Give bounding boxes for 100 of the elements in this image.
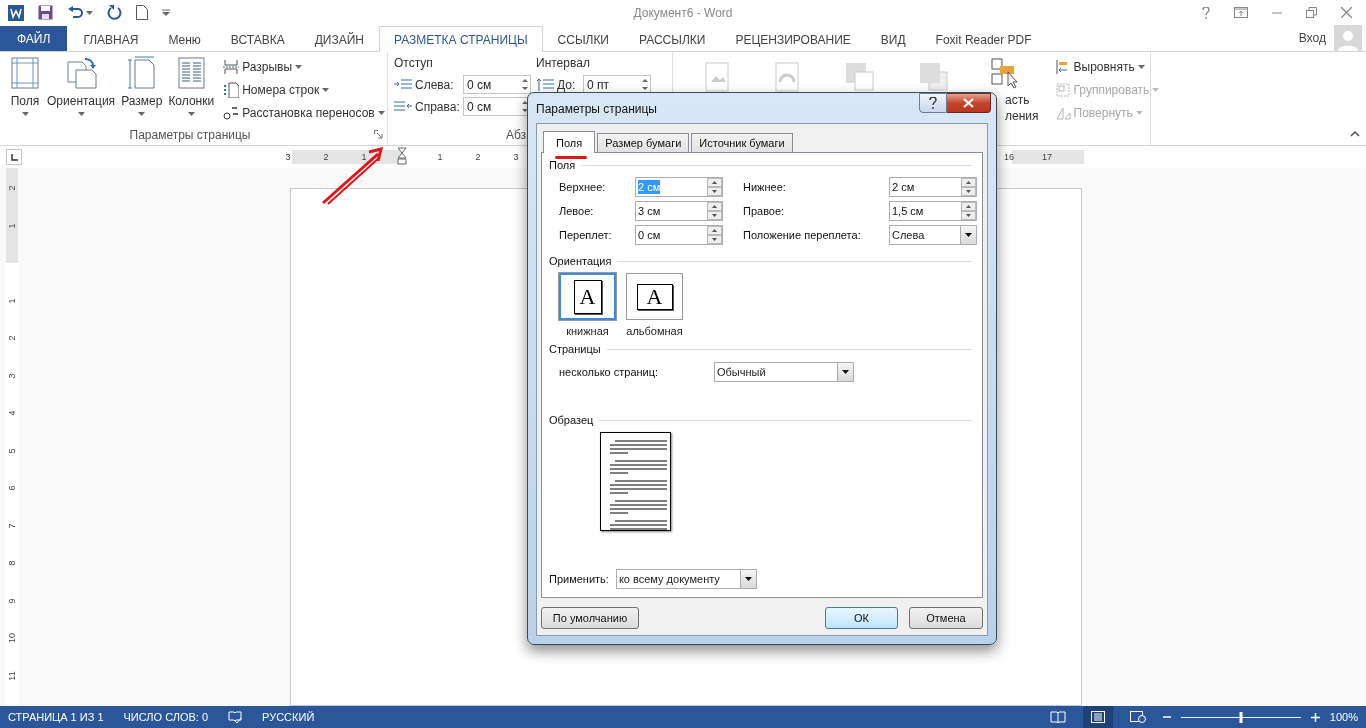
spacing-before-icon <box>536 77 554 92</box>
window-title: Документ6 - Word <box>633 5 733 20</box>
zoom-level[interactable]: 100% <box>1329 711 1358 723</box>
spinner[interactable] <box>520 98 530 115</box>
ribbon-tab[interactable]: РЕЦЕНЗИРОВАНИЕ <box>720 27 866 52</box>
word-count[interactable]: ЧИСЛО СЛОВ: 0 <box>123 711 209 723</box>
annotation-arrow <box>320 146 386 206</box>
dialog-tab[interactable]: Источник бумаги <box>691 133 793 152</box>
ribbon-tab[interactable]: ФАЙЛ <box>0 26 68 51</box>
line-numbers-icon <box>223 81 240 98</box>
dropdown-field[interactable]: Обычный <box>714 362 854 382</box>
ribbon-button[interactable]: Поля <box>6 56 44 116</box>
ribbon-tab[interactable]: Меню <box>153 27 216 52</box>
view-button[interactable] <box>1082 706 1113 728</box>
caret-icon <box>1152 87 1160 92</box>
sign-in-link[interactable]: Вход <box>1298 31 1326 45</box>
dialog-button[interactable]: По умолчанию <box>541 607 639 629</box>
field-label: Левое: <box>559 205 595 217</box>
caret-icon <box>744 577 752 581</box>
caret-icon <box>295 64 303 69</box>
spinner[interactable] <box>640 76 650 93</box>
help-button[interactable] <box>919 93 947 113</box>
ribbon-tab[interactable]: ССЫЛКИ <box>542 27 624 52</box>
input-field[interactable]: 1,5 см <box>889 201 977 221</box>
slider-thumb[interactable] <box>1239 711 1243 723</box>
tab-selector[interactable] <box>6 149 22 165</box>
page-count[interactable]: СТРАНИЦА 1 ИЗ 1 <box>8 711 104 723</box>
dialog-button[interactable]: Отмена <box>909 607 983 629</box>
web-layout-icon <box>1129 711 1146 723</box>
close-button[interactable] <box>947 93 991 113</box>
collapse-ribbon-icon[interactable] <box>1350 131 1360 137</box>
input-field[interactable]: 0 см <box>463 75 531 94</box>
page-icon: A <box>636 283 673 310</box>
indent-marker-icon[interactable] <box>397 147 407 167</box>
ribbon-button[interactable]: Выровнять <box>1052 56 1162 77</box>
close-icon[interactable] <box>1341 7 1352 18</box>
field-label: Справа: <box>415 99 460 114</box>
dialog-tab[interactable]: Поля <box>543 131 596 153</box>
ribbon-button[interactable]: Колонки <box>165 56 218 116</box>
hyphenation-icon <box>223 104 240 121</box>
dropdown-field[interactable]: ко всему документу <box>615 569 757 589</box>
vertical-ruler: 2 1 1 2 3 4 5 6 7 8 9 10 11 <box>6 168 18 706</box>
ribbon-tab[interactable]: ВСТАВКА <box>215 27 300 52</box>
save-icon[interactable] <box>38 5 53 20</box>
redo-icon[interactable] <box>107 5 122 20</box>
spinner[interactable] <box>707 226 722 244</box>
spinner[interactable] <box>961 178 976 196</box>
ribbon-tab[interactable]: РАССЫЛКИ <box>624 27 721 52</box>
bring-forward-icon <box>845 62 875 92</box>
new-document-icon[interactable] <box>136 5 148 20</box>
dropdown-field[interactable]: Слева <box>889 225 977 245</box>
ribbon-tab[interactable]: ГЛАВНАЯ <box>68 27 154 52</box>
button-label: ления <box>1005 108 1039 124</box>
caret-icon <box>1137 64 1145 69</box>
language[interactable]: РУССКИЙ <box>262 711 315 723</box>
undo-icon[interactable] <box>67 5 83 20</box>
caret-icon <box>842 370 849 374</box>
customize-menu-icon[interactable] <box>162 8 170 17</box>
spinner[interactable] <box>707 202 722 220</box>
spinner[interactable] <box>707 178 722 196</box>
restore-icon[interactable] <box>1306 7 1317 18</box>
spinner[interactable] <box>520 76 530 93</box>
section-heading: Поля <box>549 159 576 171</box>
dialog-launcher-icon[interactable] <box>374 130 383 139</box>
section-heading: Ориентация <box>549 255 612 267</box>
field-label: Верхнее: <box>559 181 607 193</box>
ribbon-tab[interactable]: Foxit Reader PDF <box>920 27 1047 52</box>
help-icon[interactable] <box>1202 6 1210 19</box>
ribbon-button[interactable]: Расстановка переносов <box>221 102 387 123</box>
ribbon-button[interactable]: Разрывы <box>221 56 387 77</box>
columns-icon <box>175 56 208 90</box>
zoom-out-icon[interactable] <box>1162 713 1171 721</box>
zoom-in-icon[interactable] <box>1310 712 1320 722</box>
ribbon-tab[interactable]: ВИД <box>865 27 921 52</box>
page-icon: A <box>573 279 602 314</box>
print-layout-icon <box>1090 711 1105 723</box>
caret-icon <box>86 10 93 15</box>
option-label: альбомная <box>626 325 683 337</box>
spinner[interactable] <box>961 202 976 220</box>
group-icon <box>1054 81 1071 98</box>
proofing-icon[interactable] <box>228 710 243 724</box>
read-mode-icon <box>1049 711 1066 723</box>
field-label: Правое: <box>743 205 786 217</box>
input-field[interactable]: 0 см <box>635 225 723 245</box>
ribbon-button[interactable]: Размер <box>118 56 166 116</box>
input-field[interactable]: 2 см <box>889 177 977 197</box>
orientation-option[interactable]: A <box>559 273 616 320</box>
ribbon-button[interactable]: Номера строк <box>221 79 387 100</box>
ribbon-tab[interactable]: ДИЗАЙН <box>299 27 379 52</box>
dialog-tab[interactable]: Размер бумаги <box>597 133 690 152</box>
help-icon <box>929 97 937 109</box>
ribbon-button[interactable]: Ориентация <box>44 56 119 116</box>
ribbon-display-icon[interactable] <box>1234 7 1248 18</box>
word-logo-icon <box>8 4 24 21</box>
dialog-button[interactable]: ОК <box>825 607 898 629</box>
input-field[interactable]: 3 см <box>635 201 723 221</box>
ribbon-tab[interactable]: РАЗМЕТКА СТРАНИЦЫ <box>378 26 543 52</box>
orientation-option[interactable]: A <box>626 273 683 320</box>
field-label: несколько страниц: <box>559 366 660 378</box>
text-wrap-icon <box>775 62 801 92</box>
